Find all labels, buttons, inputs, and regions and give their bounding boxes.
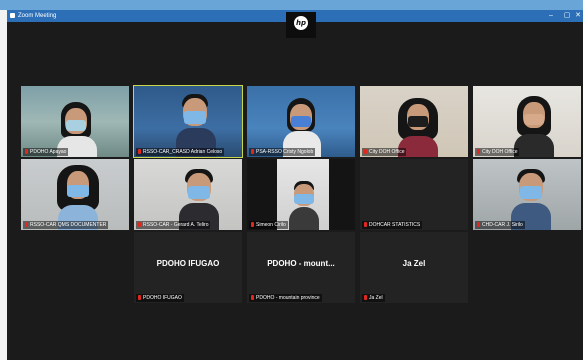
video-tile[interactable]: CHD-CAR J. Sirilo [473, 159, 581, 230]
mic-muted-icon [251, 222, 254, 227]
mic-muted-icon [138, 149, 141, 154]
window-title: Zoom Meeting [18, 13, 57, 19]
participant-display-name: PDOHO IFUGAO [156, 259, 220, 268]
video-tile-active-speaker[interactable]: RSSO-CAR_CRASD Adrian Celoso [133, 85, 243, 158]
video-tile[interactable]: RSSO-CAR QMS DOCUMENTER [21, 159, 129, 230]
participant-name-label: PSA-RSSO Cristy Ngolob [249, 148, 316, 156]
video-tile[interactable]: City DOH Office [360, 86, 468, 157]
mic-muted-icon [25, 149, 28, 154]
participant-name-label: Simeon Cirilo [249, 221, 288, 229]
mic-muted-icon [251, 295, 254, 300]
zoom-app-icon [10, 13, 15, 18]
mic-muted-icon [138, 295, 141, 300]
mic-muted-icon [477, 149, 480, 154]
video-tile-no-video[interactable]: PDOHO - mount... PDOHO - mountain provin… [247, 232, 355, 303]
video-tile[interactable]: RSSO-CAR - Gerard A. Teliro [134, 159, 242, 230]
mic-muted-icon [364, 222, 367, 227]
participant-name-label: City DOH Office [475, 148, 520, 156]
mic-muted-icon [25, 222, 28, 227]
hp-camera-badge: hp [286, 12, 316, 38]
participant-name-label: City DOH Office [362, 148, 407, 156]
hp-logo: hp [294, 16, 308, 30]
video-tile[interactable]: City DOH Office [473, 86, 581, 157]
participant-name-label: PDOHO Apayao [23, 148, 69, 156]
participant-display-name: PDOHO - mount... [267, 259, 335, 268]
participant-name-label: PDOHO IFUGAO [136, 294, 184, 302]
video-tile[interactable]: Simeon Cirilo [247, 159, 355, 230]
mic-muted-icon [477, 222, 480, 227]
mic-muted-icon [364, 149, 367, 154]
participant-name-label: RSSO-CAR - Gerard A. Teliro [136, 221, 211, 229]
close-button[interactable]: ✕ [570, 10, 583, 22]
participant-name-label: Ja Zel [362, 294, 385, 302]
minimize-button[interactable]: – [543, 10, 559, 22]
mic-muted-icon [138, 222, 141, 227]
participant-name-label: RSSO-CAR_CRASD Adrian Celoso [136, 148, 225, 156]
mic-muted-icon [364, 295, 367, 300]
desktop-top-strip [0, 0, 583, 10]
video-tile-no-video[interactable]: DOHCAR STATISTICS [360, 159, 468, 230]
participant-name-label: RSSO-CAR QMS DOCUMENTER [23, 221, 109, 229]
participant-figure [289, 181, 319, 230]
video-tile-no-video[interactable]: Ja Zel Ja Zel [360, 232, 468, 303]
participant-display-name: Ja Zel [402, 259, 426, 268]
participant-name-label: CHD-CAR J. Sirilo [475, 221, 525, 229]
participant-name-label: DOHCAR STATISTICS [362, 221, 423, 229]
video-tile[interactable]: PDOHO Apayao [21, 86, 129, 157]
video-tile-no-video[interactable]: PDOHO IFUGAO PDOHO IFUGAO [134, 232, 242, 303]
zoom-meeting-window: Zoom Meeting – ▢ ✕ hp PDOHO Apayao RSSO-… [7, 10, 583, 360]
participant-name-label: PDOHO - mountain province [249, 294, 322, 302]
mic-muted-icon [251, 149, 254, 154]
video-tile[interactable]: PSA-RSSO Cristy Ngolob [247, 86, 355, 157]
